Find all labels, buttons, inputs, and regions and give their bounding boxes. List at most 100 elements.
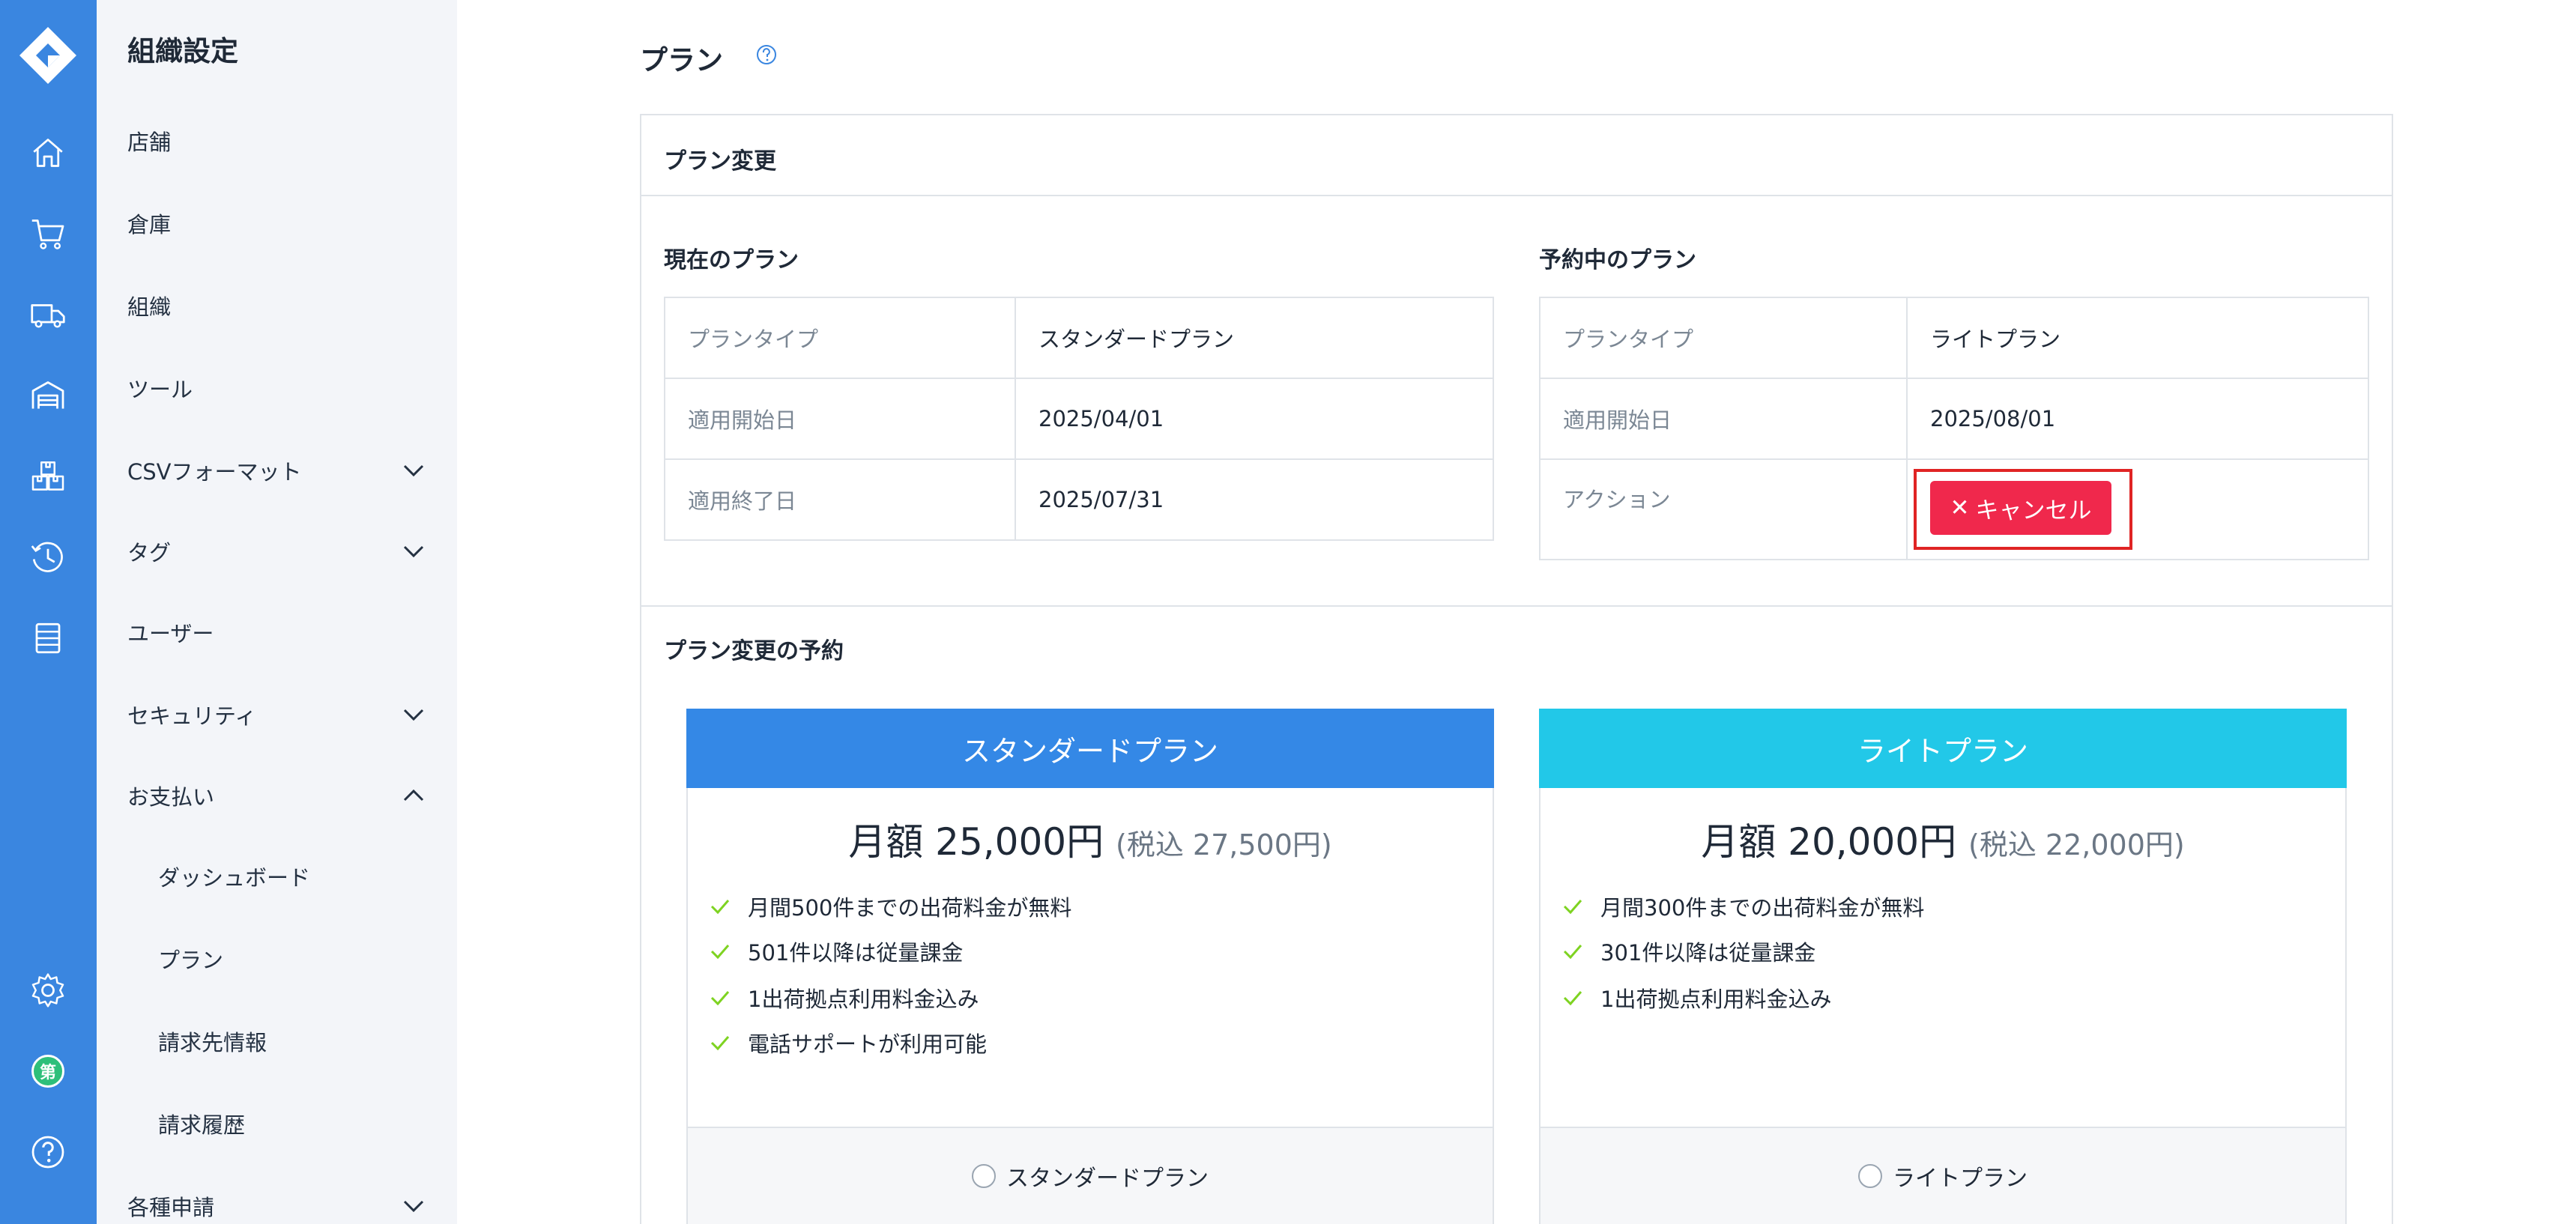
settings-sidebar: 組織設定 店舗 倉庫 組織 ツール CSVフォーマット タグ ユーザー セキュリ… — [97, 0, 457, 1224]
sidebar-item-label: お支払い — [127, 784, 215, 810]
cancel-button[interactable]: ✕ キャンセル — [1930, 481, 2111, 535]
feature-item: 月間300件までの出荷料金が無料 — [1561, 891, 1924, 921]
check-icon — [1563, 991, 1582, 1006]
plan-price-monthly: 月額 20,000円 — [1701, 820, 1957, 864]
plan-name: ライトプラン — [1539, 709, 2347, 788]
home-icon[interactable] — [21, 126, 75, 180]
history-icon[interactable] — [21, 530, 75, 584]
table-value: 2025/04/01 — [1015, 378, 1494, 460]
table-value: ライトプラン — [1906, 297, 2369, 379]
list-icon[interactable] — [21, 611, 75, 665]
table-row: 適用開始日 2025/04/01 — [664, 378, 1494, 460]
sidebar-item-label: セキュリティ — [127, 703, 257, 729]
chevron-up-icon — [403, 789, 424, 802]
sidebar-item-payments[interactable]: お支払い — [97, 766, 457, 825]
boxes-icon[interactable] — [21, 449, 75, 503]
plan-radio-light[interactable]: ライトプラン — [1541, 1127, 2345, 1224]
sidebar-item-users[interactable]: ユーザー — [97, 602, 457, 662]
cart-icon[interactable] — [21, 207, 75, 261]
plan-price-monthly: 月額 25,000円 — [848, 820, 1104, 864]
feature-text: 月間500件までの出荷料金が無料 — [748, 895, 1072, 921]
sidebar-item-label: CSVフォーマット — [127, 459, 302, 485]
chevron-down-icon — [403, 545, 424, 558]
reserved-plan-title: 予約中のプラン — [1539, 247, 1696, 273]
feature-item: 月間500件までの出荷料金が無料 — [709, 891, 1071, 921]
feature-item: 電話サポートが利用可能 — [709, 1028, 987, 1058]
plan-price: 月額 20,000円 (税込 22,000円) — [1541, 812, 2345, 866]
table-row: プランタイプ ライトプラン — [1539, 297, 2369, 379]
sidebar-item-billing-history[interactable]: 請求履歴 — [97, 1094, 457, 1154]
radio-icon[interactable] — [1858, 1164, 1882, 1188]
table-key: アクション — [1539, 458, 1908, 560]
sidebar-item-label: 請求履歴 — [158, 1112, 246, 1138]
radio-icon[interactable] — [972, 1164, 996, 1188]
sidebar-item-label: ユーザー — [127, 621, 214, 646]
check-icon — [710, 945, 730, 960]
org-badge: 第 — [31, 1055, 64, 1088]
sidebar-item-label: ツール — [127, 377, 193, 402]
warehouse-icon[interactable] — [21, 369, 75, 422]
table-key: 適用開始日 — [1539, 378, 1908, 460]
table-row: 適用開始日 2025/08/01 — [1539, 378, 2369, 460]
chevron-down-icon — [403, 709, 424, 721]
settings-icon[interactable] — [21, 963, 75, 1017]
sidebar-item-csv-format[interactable]: CSVフォーマット — [97, 440, 457, 500]
table-value: スタンダードプラン — [1015, 297, 1494, 379]
plan-name: スタンダードプラン — [686, 709, 1494, 788]
sidebar-item-applications[interactable]: 各種申請 — [97, 1176, 457, 1224]
plan-price: 月額 25,000円 (税込 27,500円) — [688, 812, 1493, 866]
sidebar-item-stores[interactable]: 店舗 — [97, 111, 457, 171]
app-logo[interactable] — [18, 25, 78, 85]
main-content: プラン プラン変更 現在のプラン プランタイプ スタンダードプラン 適用開始日 … — [457, 0, 2576, 1224]
cancel-button-label: キャンセル — [1975, 497, 2092, 524]
plan-card: プラン変更 現在のプラン プランタイプ スタンダードプラン 適用開始日 2025… — [640, 114, 2393, 1224]
table-value: 2025/08/01 — [1906, 378, 2369, 460]
sidebar-item-label: 請求先情報 — [158, 1030, 267, 1055]
table-row: プランタイプ スタンダードプラン — [664, 297, 1494, 379]
check-icon — [710, 1036, 730, 1051]
close-icon: ✕ — [1950, 494, 1970, 521]
sidebar-title: 組織設定 — [127, 35, 238, 67]
sidebar-item-label: 組織 — [127, 294, 172, 320]
section-divider — [641, 605, 2392, 607]
feature-text: 電話サポートが利用可能 — [748, 1031, 988, 1057]
table-key: 適用終了日 — [664, 458, 1016, 541]
feature-text: 301件以降は従量課金 — [1600, 940, 1816, 966]
plan-option-light: ライトプラン 月額 20,000円 (税込 22,000円) 月間300件までの… — [1539, 709, 2347, 1224]
feature-text: 501件以降は従量課金 — [748, 940, 964, 966]
card-header: プラン変更 — [641, 115, 2392, 196]
table-row: 適用終了日 2025/07/31 — [664, 458, 1494, 541]
sidebar-item-warehouses[interactable]: 倉庫 — [97, 193, 457, 253]
sidebar-item-label: タグ — [127, 540, 172, 566]
check-icon — [710, 900, 730, 915]
sidebar-item-dashboard[interactable]: ダッシュボード — [97, 846, 457, 906]
sidebar-item-tools[interactable]: ツール — [97, 358, 457, 418]
plan-radio-standard[interactable]: スタンダードプラン — [688, 1127, 1493, 1224]
sidebar-item-label: 店舗 — [127, 130, 172, 155]
icon-rail: 第 — [0, 0, 97, 1224]
feature-item: 301件以降は従量課金 — [1561, 936, 1815, 966]
sidebar-item-plan[interactable]: プラン — [97, 929, 457, 989]
sidebar-item-billing-info[interactable]: 請求先情報 — [97, 1011, 457, 1071]
sidebar-item-label: 倉庫 — [127, 212, 172, 237]
current-plan-table: プランタイプ スタンダードプラン 適用開始日 2025/04/01 適用終了日 … — [664, 297, 1494, 541]
help-icon[interactable] — [755, 43, 778, 66]
org-badge-icon[interactable]: 第 — [21, 1044, 75, 1098]
sidebar-item-organization[interactable]: 組織 — [97, 276, 457, 336]
feature-item: 1出荷拠点利用料金込み — [1561, 983, 1831, 1013]
check-icon — [710, 991, 730, 1006]
plan-option-standard: スタンダードプラン 月額 25,000円 (税込 27,500円) 月間500件… — [686, 709, 1494, 1224]
plan-price-tax: (税込 22,000円) — [1968, 828, 2185, 861]
help-icon[interactable] — [21, 1125, 75, 1179]
card-header-title: プラン変更 — [664, 148, 776, 175]
reservation-title: プラン変更の予約 — [664, 638, 844, 664]
check-icon — [1563, 900, 1582, 915]
radio-label: ライトプラン — [1893, 1166, 2028, 1192]
sidebar-item-security[interactable]: セキュリティ — [97, 685, 457, 745]
check-icon — [1563, 945, 1582, 960]
truck-icon[interactable] — [21, 288, 75, 342]
sidebar-item-tags[interactable]: タグ — [97, 521, 457, 581]
plan-price-tax: (税込 27,500円) — [1116, 828, 1332, 861]
table-value: 2025/07/31 — [1015, 458, 1494, 541]
sidebar-item-label: 各種申請 — [127, 1195, 215, 1220]
